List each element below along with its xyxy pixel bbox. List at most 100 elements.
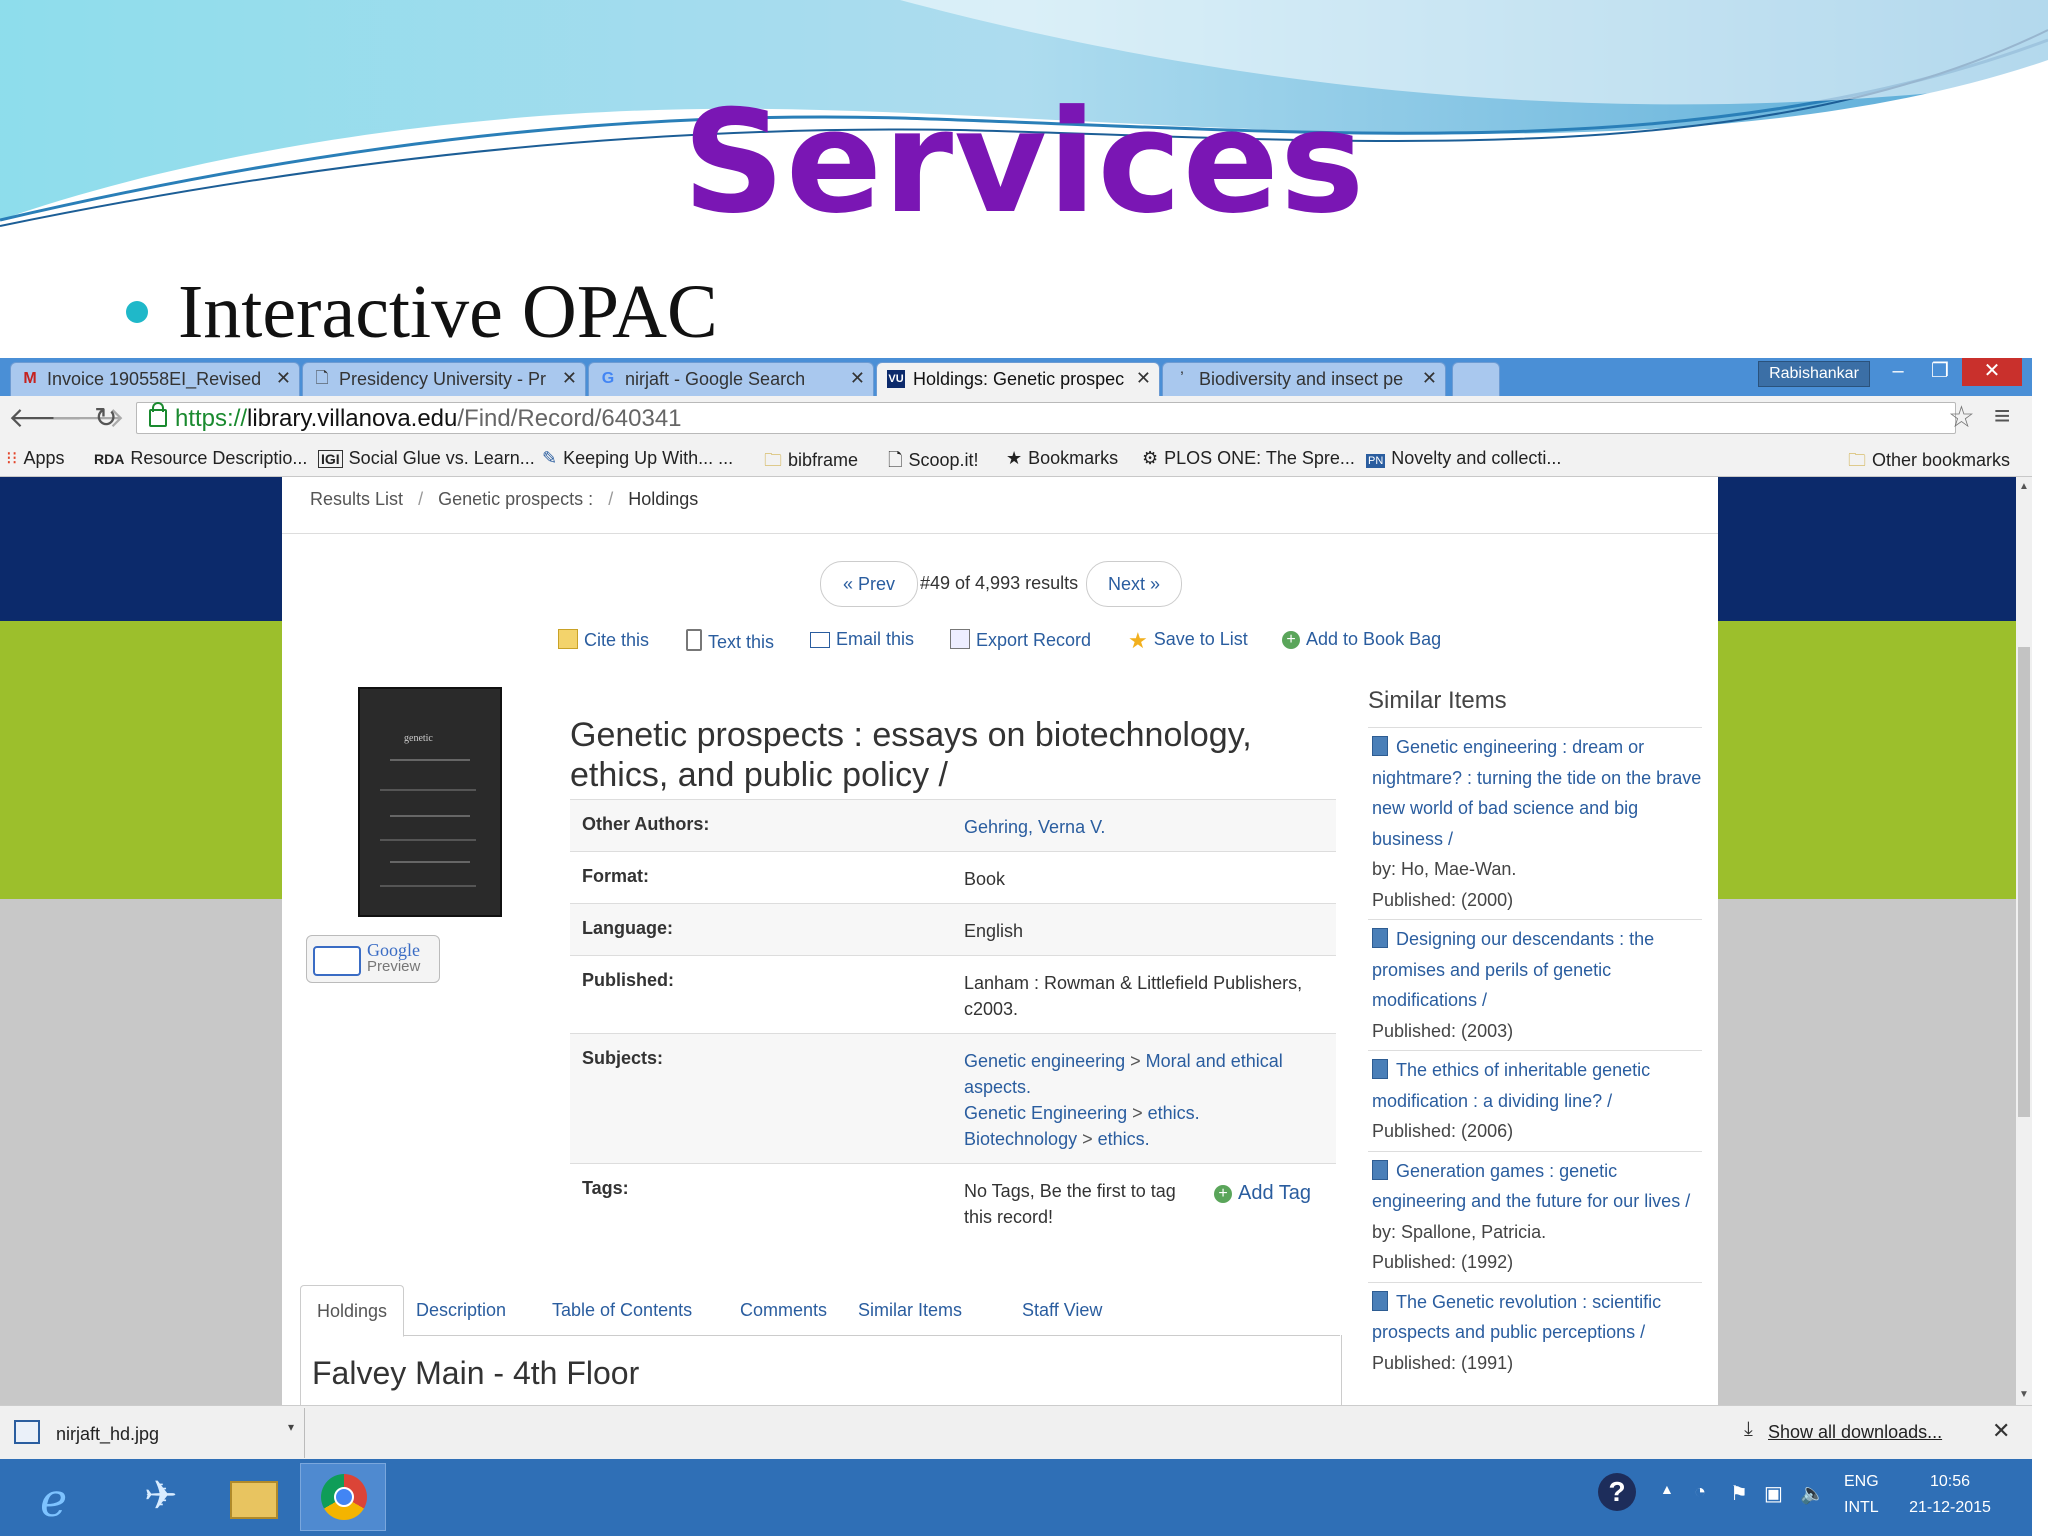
subject-link[interactable]: Genetic engineering xyxy=(964,1051,1125,1071)
bookmark-plos[interactable]: ⚙ PLOS ONE: The Spre... xyxy=(1142,448,1355,469)
window-close-icon[interactable]: ✕ xyxy=(1962,358,2022,386)
network-icon[interactable]: ▣ xyxy=(1764,1481,1783,1506)
gmail-icon: M xyxy=(23,370,37,387)
star-icon: ★ xyxy=(1006,448,1023,468)
download-item[interactable]: nirjaft_hd.jpg ▾ xyxy=(0,1408,305,1458)
scroll-down-icon[interactable]: ▼ xyxy=(2019,1389,2029,1400)
vu-icon: VU xyxy=(887,370,905,388)
record-content: Results List / Genetic prospects : / Hol… xyxy=(282,477,1718,1405)
similar-item-link[interactable]: The ethics of inheritable genetic modifi… xyxy=(1372,1060,1650,1111)
close-tab-icon[interactable]: ✕ xyxy=(276,368,291,389)
similar-item-link[interactable]: The Genetic revolution : scientific pros… xyxy=(1372,1292,1661,1343)
author-link[interactable]: Gehring, Verna V. xyxy=(964,814,1324,840)
close-tab-icon[interactable]: ✕ xyxy=(562,368,577,389)
scroll-up-icon[interactable]: ▲ xyxy=(2019,481,2029,492)
folder-icon: 🗀 xyxy=(764,450,782,470)
tab-table-of-contents[interactable]: Table of Contents xyxy=(536,1285,708,1333)
new-tab-button[interactable] xyxy=(1452,362,1500,396)
email-this-button[interactable]: Email this xyxy=(810,629,914,650)
taskbar-file-explorer[interactable] xyxy=(208,1463,292,1529)
chevron-down-icon[interactable]: ▾ xyxy=(288,1420,294,1434)
breadcrumb-results-list[interactable]: Results List xyxy=(310,489,403,509)
taskbar-rocket-app[interactable]: ✈ xyxy=(114,1463,198,1529)
add-to-book-bag-button[interactable]: + Add to Book Bag xyxy=(1282,629,1441,650)
tab-comments[interactable]: Comments xyxy=(724,1285,843,1333)
bookmark-apps[interactable]: ⁝⁝ Apps xyxy=(6,448,64,469)
record-tabs: Holdings Description Table of Contents C… xyxy=(300,1285,1340,1337)
igi-icon: IGI xyxy=(318,450,343,468)
similar-item-link[interactable]: Generation games : genetic engineering a… xyxy=(1372,1161,1690,1212)
url-input[interactable]: https://library.villanova.edu/Find/Recor… xyxy=(136,402,1956,434)
google-preview-button[interactable]: Google Preview xyxy=(306,935,440,983)
profile-button[interactable]: Rabishankar xyxy=(1758,361,1870,387)
minimize-icon[interactable]: – xyxy=(1876,358,1920,386)
input-language[interactable]: ENG INTL xyxy=(1844,1469,1879,1521)
email-icon xyxy=(810,632,830,648)
help-icon[interactable]: ? xyxy=(1598,1473,1636,1511)
show-all-downloads-link[interactable]: Show all downloads... xyxy=(1768,1422,1942,1443)
clock[interactable]: 10:56 21-12-2015 xyxy=(1904,1469,1996,1521)
close-icon[interactable]: ✕ xyxy=(1992,1418,2010,1444)
text-this-button[interactable]: Text this xyxy=(686,629,774,653)
similar-items-heading: Similar Items xyxy=(1368,687,1507,714)
similar-item: Generation games : genetic engineering a… xyxy=(1368,1150,1702,1282)
bookmark-scoopit[interactable]: 🗋 Scoop.it! xyxy=(888,448,979,478)
close-tab-icon[interactable]: ✕ xyxy=(1136,368,1151,389)
export-record-button[interactable]: Export Record xyxy=(950,629,1091,651)
similar-item-link[interactable]: Designing our descendants : the promises… xyxy=(1372,929,1654,1010)
similar-item-link[interactable]: Genetic engineering : dream or nightmare… xyxy=(1372,737,1701,849)
similar-item: The ethics of inheritable genetic modifi… xyxy=(1368,1050,1702,1151)
tab-holdings[interactable]: Holdings xyxy=(300,1285,405,1337)
bookmark-bibframe[interactable]: 🗀 bibframe xyxy=(764,448,858,478)
prev-button[interactable]: « Prev xyxy=(820,561,918,607)
bookmark-star-icon[interactable]: ☆ xyxy=(1948,400,1975,435)
add-tag-button[interactable]: + Add Tag xyxy=(1214,1182,1311,1205)
file-explorer-icon xyxy=(230,1481,278,1519)
bookmark-keeping-up[interactable]: ✎ Keeping Up With... ... xyxy=(542,448,733,469)
reload-icon[interactable]: ↻ xyxy=(94,402,117,434)
page-icon: ʼ xyxy=(1180,370,1184,387)
action-center-flag-icon[interactable]: ⚑ xyxy=(1730,1481,1748,1506)
slide-title: Services xyxy=(682,80,1366,245)
tab-google-search[interactable]: G nirjaft - Google Search ✕ xyxy=(588,362,874,396)
next-button[interactable]: Next » xyxy=(1086,561,1182,607)
subject-link[interactable]: Genetic Engineering xyxy=(964,1103,1127,1123)
menu-icon[interactable]: ≡ xyxy=(1994,400,2010,432)
bookmark-bookmarks[interactable]: ★ Bookmarks xyxy=(1006,448,1118,469)
tab-presidency[interactable]: 🗋 Presidency University - Pr ✕ xyxy=(302,362,586,396)
subject-link[interactable]: ethics. xyxy=(1148,1103,1200,1123)
tab-biodiversity[interactable]: ʼ Biodiversity and insect pe ✕ xyxy=(1162,362,1446,396)
tab-similar-items[interactable]: Similar Items xyxy=(842,1285,978,1333)
bookmark-rda[interactable]: RDA Resource Descriptio... xyxy=(94,448,307,469)
similar-items-list: Genetic engineering : dream or nightmare… xyxy=(1368,727,1702,1382)
scroll-thumb[interactable] xyxy=(2018,647,2030,1117)
book-icon xyxy=(1372,736,1388,756)
close-tab-icon[interactable]: ✕ xyxy=(850,368,865,389)
bookmark-other[interactable]: 🗀 Other bookmarks xyxy=(1848,448,2010,478)
page-scrollbar[interactable]: ▲ ▼ xyxy=(2016,477,2032,1405)
tab-holdings[interactable]: VU Holdings: Genetic prospec ✕ xyxy=(876,362,1160,396)
tab-gmail[interactable]: M Invoice 190558EI_Revised ✕ xyxy=(10,362,300,396)
subject-link[interactable]: ethics. xyxy=(1098,1129,1150,1149)
cite-this-button[interactable]: Cite this xyxy=(558,629,649,651)
subject-link[interactable]: Biotechnology xyxy=(964,1129,1077,1149)
breadcrumb-record[interactable]: Genetic prospects : xyxy=(438,489,593,509)
similar-item: Designing our descendants : the promises… xyxy=(1368,919,1702,1050)
result-count: #49 of 4,993 results xyxy=(920,573,1079,593)
tab-description[interactable]: Description xyxy=(400,1285,522,1333)
breadcrumb: Results List / Genetic prospects : / Hol… xyxy=(310,489,699,509)
close-tab-icon[interactable]: ✕ xyxy=(1422,368,1437,389)
tray-expand-icon[interactable]: ▲ xyxy=(1660,1481,1674,1497)
taskbar-internet-explorer[interactable]: e xyxy=(20,1463,104,1529)
save-to-list-button[interactable]: ★ Save to List xyxy=(1128,629,1248,652)
web-page: Results List / Genetic prospects : / Hol… xyxy=(0,477,2016,1405)
book-icon xyxy=(313,946,361,976)
network-activity-icon[interactable]: ◔ xyxy=(1694,1481,1706,1504)
restore-icon[interactable]: ❐ xyxy=(1918,358,1962,386)
volume-icon[interactable]: 🔈 xyxy=(1800,1481,1825,1506)
tab-staff-view[interactable]: Staff View xyxy=(1006,1285,1118,1333)
taskbar-chrome[interactable] xyxy=(300,1463,386,1531)
bookmark-novelty[interactable]: PN Novelty and collecti... xyxy=(1366,448,1561,469)
download-icon: ⤓ xyxy=(1744,1418,1753,1440)
bookmark-social-glue[interactable]: IGI Social Glue vs. Learn... xyxy=(318,448,535,469)
